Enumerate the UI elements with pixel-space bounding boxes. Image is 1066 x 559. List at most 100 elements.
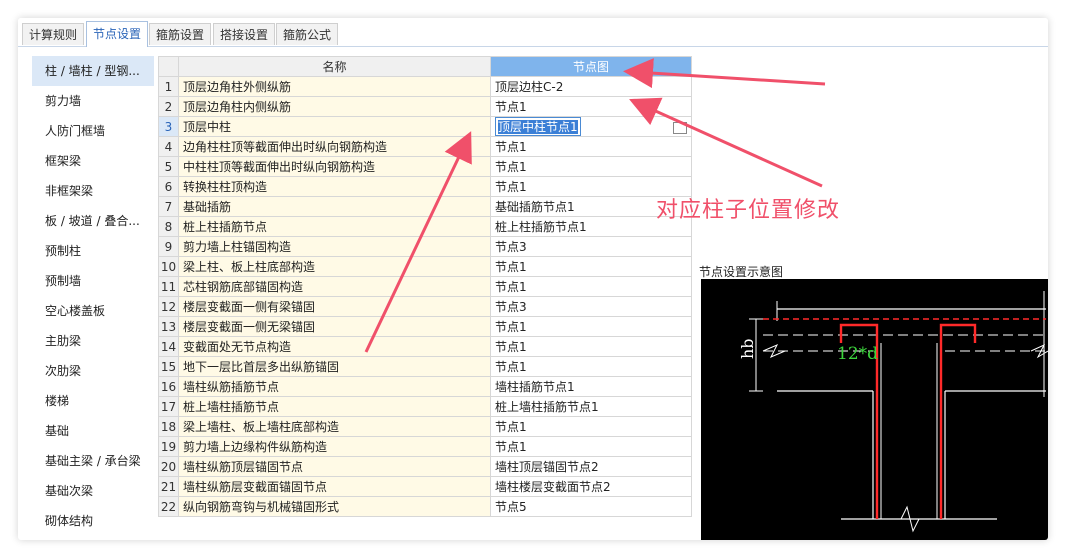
row-node[interactable]: 节点3 (490, 236, 692, 257)
table-row[interactable]: 14 变截面处无节点构造 节点1 (158, 336, 692, 357)
table-row-selected[interactable]: 3 顶层中柱 顶层中柱节点1 (158, 116, 692, 137)
row-number: 16 (158, 376, 179, 397)
category-sidebar: 柱 / 墙柱 / 型钢... 剪力墙 人防门框墙 框架梁 非框架梁 板 / 坡道… (32, 56, 154, 540)
sidebar-item-slab[interactable]: 板 / 坡道 / 叠合... (32, 206, 154, 236)
row-number: 3 (158, 116, 179, 137)
row-node[interactable]: 顶层边柱C-2 (490, 76, 692, 97)
row-node[interactable]: 节点1 (490, 436, 692, 457)
sidebar-item-non-frame-beam[interactable]: 非框架梁 (32, 176, 154, 206)
sidebar-item-column[interactable]: 柱 / 墙柱 / 型钢... (32, 56, 154, 86)
row-name: 地下一层比首层多出纵筋锚固 (178, 356, 491, 377)
anchor-length-label: 12*d (837, 344, 878, 364)
row-number: 21 (158, 476, 179, 497)
sidebar-item-hollow-slab[interactable]: 空心楼盖板 (32, 296, 154, 326)
annotation-text: 对应柱子位置修改 (656, 198, 841, 223)
table-row[interactable]: 4 边角柱柱顶等截面伸出时纵向钢筋构造 节点1 (158, 136, 692, 157)
row-name: 顶层边角柱内侧纵筋 (178, 96, 491, 117)
row-name: 墙柱纵筋层变截面锚固节点 (178, 476, 491, 497)
sidebar-item-stairs[interactable]: 楼梯 (32, 386, 154, 416)
row-name: 变截面处无节点构造 (178, 336, 491, 357)
row-number: 6 (158, 176, 179, 197)
row-name: 墙柱纵筋插筋节点 (178, 376, 491, 397)
row-name: 桩上墙柱插筋节点 (178, 396, 491, 417)
sidebar-item-masonry[interactable]: 砌体结构 (32, 506, 154, 536)
table-row[interactable]: 9 剪力墙上柱锚固构造 节点3 (158, 236, 692, 257)
table-row[interactable]: 15 地下一层比首层多出纵筋锚固 节点1 (158, 356, 692, 377)
table-row[interactable]: 22 纵向钢筋弯钩与机械锚固形式 节点5 (158, 496, 692, 517)
sidebar-item-foundation-main-beam[interactable]: 基础主梁 / 承台梁 (32, 446, 154, 476)
row-node[interactable]: 桩上墙柱插筋节点1 (490, 396, 692, 417)
sidebar-item-foundation[interactable]: 基础 (32, 416, 154, 446)
row-number: 22 (158, 496, 179, 517)
row-node[interactable]: 节点1 (490, 156, 692, 177)
sidebar-item-precast-column[interactable]: 预制柱 (32, 236, 154, 266)
table-row[interactable]: 6 转换柱柱顶构造 节点1 (158, 176, 692, 197)
row-name: 剪力墙上柱锚固构造 (178, 236, 491, 257)
column-header-name[interactable]: 名称 (178, 56, 491, 77)
row-node[interactable]: 节点1 (490, 256, 692, 277)
sidebar-item-shear-wall[interactable]: 剪力墙 (32, 86, 154, 116)
table-row[interactable]: 20 墙柱纵筋顶层锚固节点 墙柱顶层锚固节点2 (158, 456, 692, 477)
sidebar-item-precast-wall[interactable]: 预制墙 (32, 266, 154, 296)
row-node[interactable]: 墙柱楼层变截面节点2 (490, 476, 692, 497)
table-row[interactable]: 16 墙柱纵筋插筋节点 墙柱插筋节点1 (158, 376, 692, 397)
column-header-node[interactable]: 节点图 (490, 56, 692, 77)
table-row[interactable]: 21 墙柱纵筋层变截面锚固节点 墙柱楼层变截面节点2 (158, 476, 692, 497)
row-name: 顶层边角柱外侧纵筋 (178, 76, 491, 97)
row-node[interactable]: 节点1 (490, 96, 692, 117)
row-node[interactable]: 节点5 (490, 496, 692, 517)
row-number: 14 (158, 336, 179, 357)
row-number-header (158, 56, 179, 77)
row-number: 5 (158, 156, 179, 177)
table-row[interactable]: 12 楼层变截面一侧有梁锚固 节点3 (158, 296, 692, 317)
tab-lap-settings[interactable]: 搭接设置 (213, 23, 276, 45)
row-node[interactable]: 节点1 (490, 316, 692, 337)
table-row[interactable]: 18 梁上墙柱、板上墙柱底部构造 节点1 (158, 416, 692, 437)
table-row[interactable]: 8 桩上柱插筋节点 桩上柱插筋节点1 (158, 216, 692, 237)
table-row[interactable]: 11 芯柱钢筋底部锚固构造 节点1 (158, 276, 692, 297)
sidebar-item-main-rib-beam[interactable]: 主肋梁 (32, 326, 154, 356)
sidebar-item-secondary-rib-beam[interactable]: 次肋梁 (32, 356, 154, 386)
dimension-hb-label: hb (738, 338, 757, 359)
table-row[interactable]: 1 顶层边角柱外侧纵筋 顶层边柱C-2 (158, 76, 692, 97)
sidebar-item-civil-defense-door-wall[interactable]: 人防门框墙 (32, 116, 154, 146)
tab-stirrup-formula[interactable]: 箍筋公式 (276, 23, 339, 45)
row-name: 楼层变截面一侧有梁锚固 (178, 296, 491, 317)
row-node[interactable]: 墙柱插筋节点1 (490, 376, 692, 397)
sidebar-item-frame-beam[interactable]: 框架梁 (32, 146, 154, 176)
table-row[interactable]: 2 顶层边角柱内侧纵筋 节点1 (158, 96, 692, 117)
table-row[interactable]: 19 剪力墙上边缘构件纵筋构造 节点1 (158, 436, 692, 457)
row-node-editor[interactable]: 顶层中柱节点1 (490, 116, 692, 137)
node-select-editor[interactable]: 顶层中柱节点1 (495, 117, 581, 136)
row-node[interactable]: 节点1 (490, 356, 692, 377)
row-node[interactable]: 节点1 (490, 136, 692, 157)
tab-node-settings[interactable]: 节点设置 (86, 21, 149, 47)
settings-window: 计算规则 节点设置 箍筋设置 搭接设置 箍筋公式 柱 / 墙柱 / 型钢... … (18, 18, 1048, 540)
table-row[interactable]: 17 桩上墙柱插筋节点 桩上墙柱插筋节点1 (158, 396, 692, 417)
node-diagram-svg: hb 12*d (738, 291, 1048, 533)
sidebar-item-foundation-secondary-beam[interactable]: 基础次梁 (32, 476, 154, 506)
node-select-value[interactable]: 顶层中柱节点1 (498, 120, 578, 134)
row-number: 7 (158, 196, 179, 217)
row-number: 10 (158, 256, 179, 277)
table-row[interactable]: 13 楼层变截面一侧无梁锚固 节点1 (158, 316, 692, 337)
row-number: 9 (158, 236, 179, 257)
row-number: 2 (158, 96, 179, 117)
row-node[interactable]: 节点1 (490, 336, 692, 357)
tab-stirrup-settings[interactable]: 箍筋设置 (149, 23, 212, 45)
tab-calc-rules[interactable]: 计算规则 (22, 23, 85, 45)
row-number: 13 (158, 316, 179, 337)
table-row[interactable]: 5 中柱柱顶等截面伸出时纵向钢筋构造 节点1 (158, 156, 692, 177)
row-name: 边角柱柱顶等截面伸出时纵向钢筋构造 (178, 136, 491, 157)
table-row[interactable]: 7 基础插筋 基础插筋节点1 (158, 196, 692, 217)
row-node[interactable]: 墙柱顶层锚固节点2 (490, 456, 692, 477)
row-node[interactable]: 节点1 (490, 416, 692, 437)
row-number: 11 (158, 276, 179, 297)
table-row[interactable]: 10 梁上柱、板上柱底部构造 节点1 (158, 256, 692, 277)
row-node[interactable]: 节点1 (490, 276, 692, 297)
dropdown-button[interactable] (672, 121, 687, 134)
row-name: 转换柱柱顶构造 (178, 176, 491, 197)
row-number: 19 (158, 436, 179, 457)
row-node[interactable]: 节点3 (490, 296, 692, 317)
row-name: 梁上墙柱、板上墙柱底部构造 (178, 416, 491, 437)
